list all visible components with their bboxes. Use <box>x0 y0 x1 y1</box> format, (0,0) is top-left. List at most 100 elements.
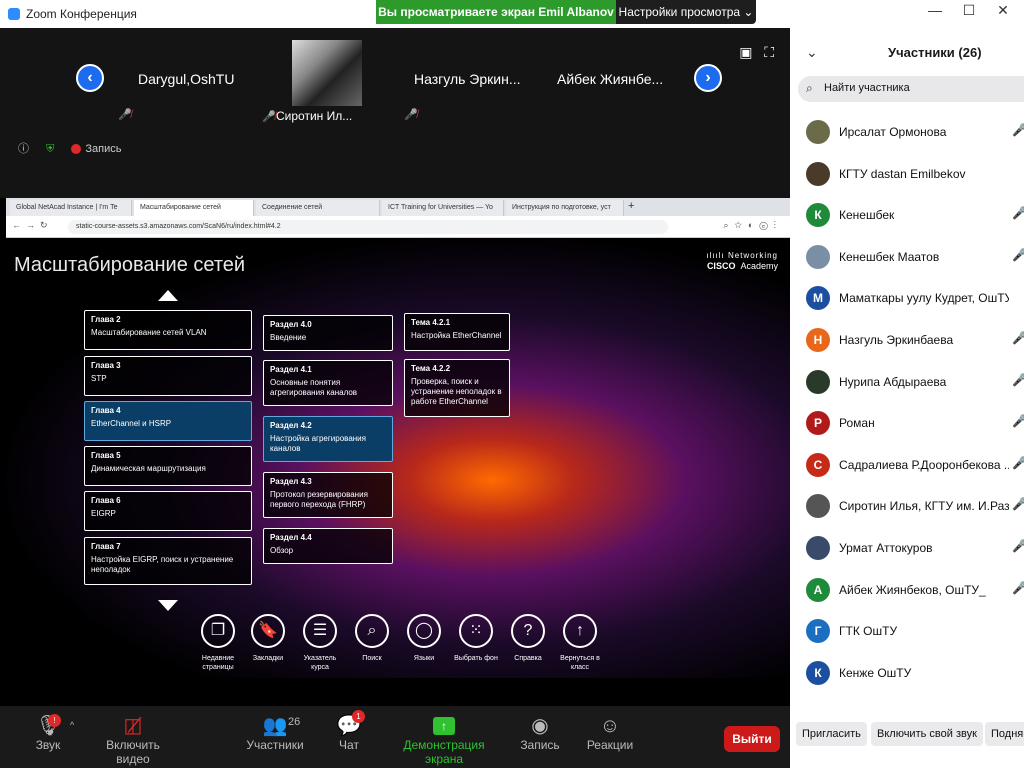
audio-options-caret-icon[interactable]: ^ <box>70 720 74 730</box>
avatar: А <box>806 577 830 602</box>
muted-mic-icon: 🎤̸ <box>262 111 276 123</box>
info-icon[interactable]: ⓘ <box>18 143 29 155</box>
participant-row[interactable]: Урмат Аттокуров 🎤̸ <box>790 528 1024 568</box>
index-icon: ☰ <box>303 614 337 648</box>
muted-mic-icon: 🎤̸ <box>1012 539 1024 553</box>
recording-indicator: Запись <box>71 143 135 155</box>
reactions-icon: ☺ <box>599 715 621 737</box>
participant-tile-name: Назгуль Эркин... <box>414 71 521 87</box>
participants-title: Участники (26) <box>888 45 982 60</box>
help-button[interactable]: ? Справка <box>502 614 554 663</box>
zoom-logo-icon <box>8 8 20 20</box>
search-icon: ⌕ <box>806 81 813 95</box>
participant-tile-name: Darygul,OshTU <box>138 71 235 87</box>
muted-mic-icon: 🎤̸ <box>1012 372 1024 387</box>
participant-tile-name: Айбек Жиянбе... <box>557 71 664 87</box>
languages-button[interactable]: ◯ Языки <box>398 614 450 663</box>
reactions-button[interactable]: ☺ Реакции <box>586 714 634 752</box>
participant-row[interactable]: С Садралиева Р.Дооронбекова ... 🎤̸ <box>790 445 1024 485</box>
fullscreen-icon[interactable]: ⛶ <box>764 44 774 60</box>
record-dot-icon <box>71 144 82 155</box>
maximize-icon[interactable]: ☐ <box>952 2 986 19</box>
avatar <box>806 120 830 144</box>
participant-list: Ирсалат Ормонова 🎤̸ КГТУ dastan Emilbekov К… <box>790 110 1024 704</box>
browser-extension-icons[interactable]: ⌕☆◐ⓔ⋮ <box>724 220 783 231</box>
leave-meeting-button[interactable]: Выйти <box>724 726 780 752</box>
chapter-item-selected[interactable]: Глава 4 EtherChannel и HSRP <box>84 401 252 441</box>
participant-row[interactable]: КГТУ dastan Emilbekov <box>790 154 1024 194</box>
more-options-button[interactable]: Подня <box>985 722 1024 746</box>
participant-search-input[interactable]: ⌕ Найти участника <box>798 76 1024 102</box>
chapter-item[interactable]: Глава 2 Масштабирование сетей VLAN <box>84 310 252 350</box>
background-button[interactable]: ⁙ Выбрать фон <box>450 614 502 663</box>
participant-row[interactable]: К Кенже ОшТУ <box>790 653 1024 693</box>
help-icon: ? <box>511 614 545 648</box>
view-controls: ▣ ⛶ <box>739 44 774 61</box>
browser-tab-active[interactable]: Масштабирование сетей <box>134 200 254 216</box>
participants-header: ⌄ Участники (26) <box>790 28 1024 74</box>
browser-tab[interactable]: Инструкция по подготовке, уст <box>506 200 624 216</box>
shared-screen-browser: Global NetAcad Instance | I'm Te Масштаб… <box>6 198 790 678</box>
gallery-layout-icon[interactable]: ▣ <box>739 44 752 60</box>
chapter-item[interactable]: Глава 5 Динамическая маршрутизация <box>84 446 252 486</box>
participant-name: ГТК ОшТУ <box>839 624 898 639</box>
video-button[interactable]: ◫̸ Включить видео <box>90 714 176 766</box>
video-gallery-strip: ‹ Darygul,OshTU 🎤̸ 🎤̸ Сиротин Ил... Назг… <box>0 28 790 198</box>
participant-row[interactable]: Р Роман 🎤̸ <box>790 403 1024 443</box>
bookmarks-button[interactable]: 🔖 Закладки <box>242 614 294 663</box>
participant-row[interactable]: К Кенешбек 🎤̸ <box>790 195 1024 235</box>
gallery-prev-button[interactable]: ‹ <box>76 64 104 92</box>
record-button[interactable]: ◉ Запись <box>520 714 560 752</box>
meeting-status-row: ⓘ ⛨ Запись <box>18 140 149 156</box>
scroll-up-arrow-icon[interactable] <box>158 290 178 301</box>
recent-pages-button[interactable]: ❐ Недавние страницы <box>192 614 244 672</box>
view-settings-button[interactable]: Настройки просмотра ⌄ <box>616 0 756 24</box>
participant-row[interactable]: А Айбек Жиянбеков, ОшТУ_ 🎤̸ <box>790 570 1024 610</box>
section-item[interactable]: Раздел 4.4 Обзор <box>263 528 393 564</box>
browser-nav-icons[interactable]: ←→↻ <box>12 220 53 231</box>
participant-video-thumbnail[interactable] <box>292 40 362 106</box>
close-icon[interactable]: ✕ <box>986 2 1020 19</box>
topic-item[interactable]: Тема 4.2.2 Проверка, поиск и устранение н… <box>404 359 510 417</box>
share-screen-button[interactable]: ↑ Демонстрация экрана <box>388 714 500 766</box>
chat-unread-badge: 1 <box>352 710 365 723</box>
minimize-icon[interactable]: — <box>918 2 952 18</box>
collapse-chevron-icon[interactable]: ⌄ <box>806 44 818 61</box>
course-index-button[interactable]: ☰ Указатель курса <box>294 614 346 672</box>
section-item[interactable]: Раздел 4.1 Основные понятия агрегирования… <box>263 360 393 406</box>
participant-name: Назгуль Эркинбаева <box>839 333 954 347</box>
participants-panel: ⌄ Участники (26) ⌕ Найти участника Ирсал… <box>790 28 1024 768</box>
section-item[interactable]: Раздел 4.3 Протокол резервирования первог… <box>263 472 393 518</box>
section-item[interactable]: Раздел 4.0 Введение <box>263 315 393 351</box>
unmute-self-button[interactable]: Включить свой звук <box>871 722 983 746</box>
security-shield-icon[interactable]: ⛨ <box>46 143 54 155</box>
participant-name: Ирсалат Ормонова <box>839 125 947 139</box>
course-search-button[interactable]: ⌕ Поиск <box>346 614 398 663</box>
search-icon: ⌕ <box>355 614 389 648</box>
window-controls: — ☐ ✕ <box>918 2 1020 19</box>
participant-row[interactable]: Нурипа Абдыраева 🎤̸ <box>790 362 1024 402</box>
chapter-item[interactable]: Глава 6 EIGRP <box>84 491 252 531</box>
new-tab-icon[interactable]: + <box>628 200 634 212</box>
participant-row[interactable]: М Маматкары уулу Кудрет, ОшТУ <box>790 278 1024 318</box>
participant-row[interactable]: Ирсалат Ормонова 🎤̸ <box>790 112 1024 152</box>
avatar <box>806 494 830 519</box>
participant-name: Маматкары уулу Кудрет, ОшТУ <box>839 291 1009 306</box>
topic-item[interactable]: Тема 4.2.1 Настройка EtherChannel <box>404 313 510 351</box>
url-field[interactable]: static-course-assets.s3.amazonaws.com/Sc… <box>68 220 668 234</box>
invite-button[interactable]: Пригласить <box>796 722 867 746</box>
avatar: Н <box>806 328 830 352</box>
scroll-down-arrow-icon[interactable] <box>158 600 178 611</box>
browser-tab[interactable]: ICT Training for Universities — Yo <box>382 200 504 216</box>
chapter-item[interactable]: Глава 3 STP <box>84 356 252 396</box>
chapter-item[interactable]: Глава 7 Настройка EIGRP, поиск и устранен… <box>84 537 252 585</box>
browser-tab[interactable]: Global NetAcad Instance | I'm Te <box>10 200 132 216</box>
participant-row[interactable]: Н Назгуль Эркинбаева 🎤̸ <box>790 320 1024 360</box>
participant-row[interactable]: Г ГТК ОшТУ <box>790 611 1024 651</box>
section-item-selected[interactable]: Раздел 4.2 Настройка агрегирования канало… <box>263 416 393 462</box>
return-to-class-button[interactable]: ↑ Вернуться в класс <box>554 614 606 672</box>
participant-row[interactable]: Кенешбек Маатов 🎤̸ <box>790 237 1024 277</box>
participant-row[interactable]: Сиротин Илья, КГТУ им. И.Разз... 🎤̸ <box>790 486 1024 526</box>
gallery-next-button[interactable]: › <box>694 64 722 92</box>
browser-tab[interactable]: Соединение сетей <box>256 200 380 216</box>
